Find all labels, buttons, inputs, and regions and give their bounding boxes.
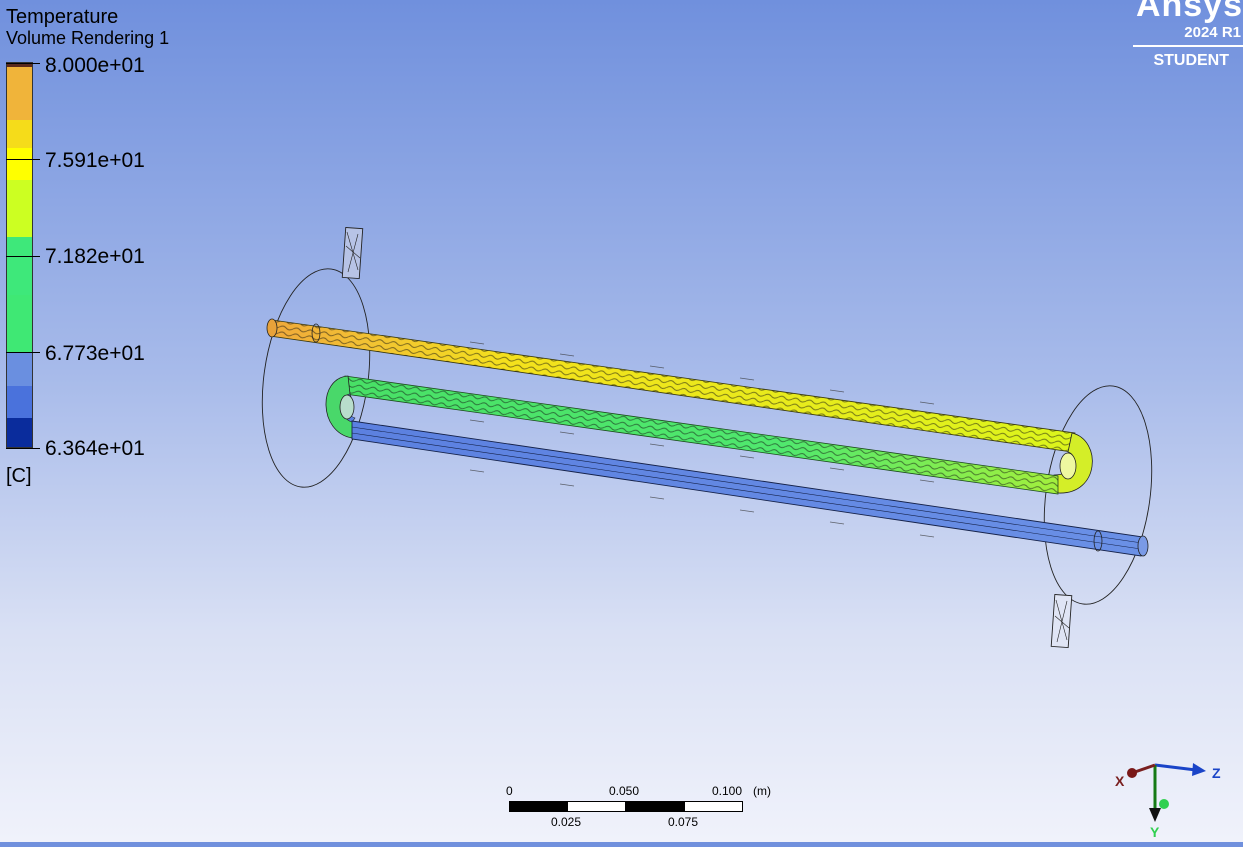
axis-label-x: X — [1115, 773, 1125, 789]
scale-unit: (m) — [753, 784, 771, 798]
scale-label: 0.100 — [712, 784, 743, 798]
scale-segment — [626, 801, 684, 812]
scale-segment — [567, 801, 626, 812]
axis-label-y: Y — [1150, 824, 1160, 840]
scale-label: 0.075 — [668, 815, 699, 829]
axis-label-z: Z — [1212, 765, 1221, 781]
baffle-left — [261, 268, 371, 488]
scale-label: 0 — [506, 784, 513, 798]
baffle-right — [1043, 385, 1153, 605]
axis-triad[interactable]: Z X Y — [1108, 752, 1228, 842]
scale-label: 0.050 — [609, 784, 640, 798]
scale-segment — [509, 801, 567, 812]
shell-nozzle-bottom — [1050, 594, 1073, 649]
scale-segment — [684, 801, 743, 812]
shell-nozzle-top — [341, 227, 364, 280]
scale-bar: 0 0.050 0.100 (m) 0.025 0.075 — [500, 780, 780, 830]
axis-triad-graphic — [1127, 763, 1206, 822]
3d-viewport[interactable] — [0, 0, 1243, 842]
scale-label: 0.025 — [551, 815, 582, 829]
